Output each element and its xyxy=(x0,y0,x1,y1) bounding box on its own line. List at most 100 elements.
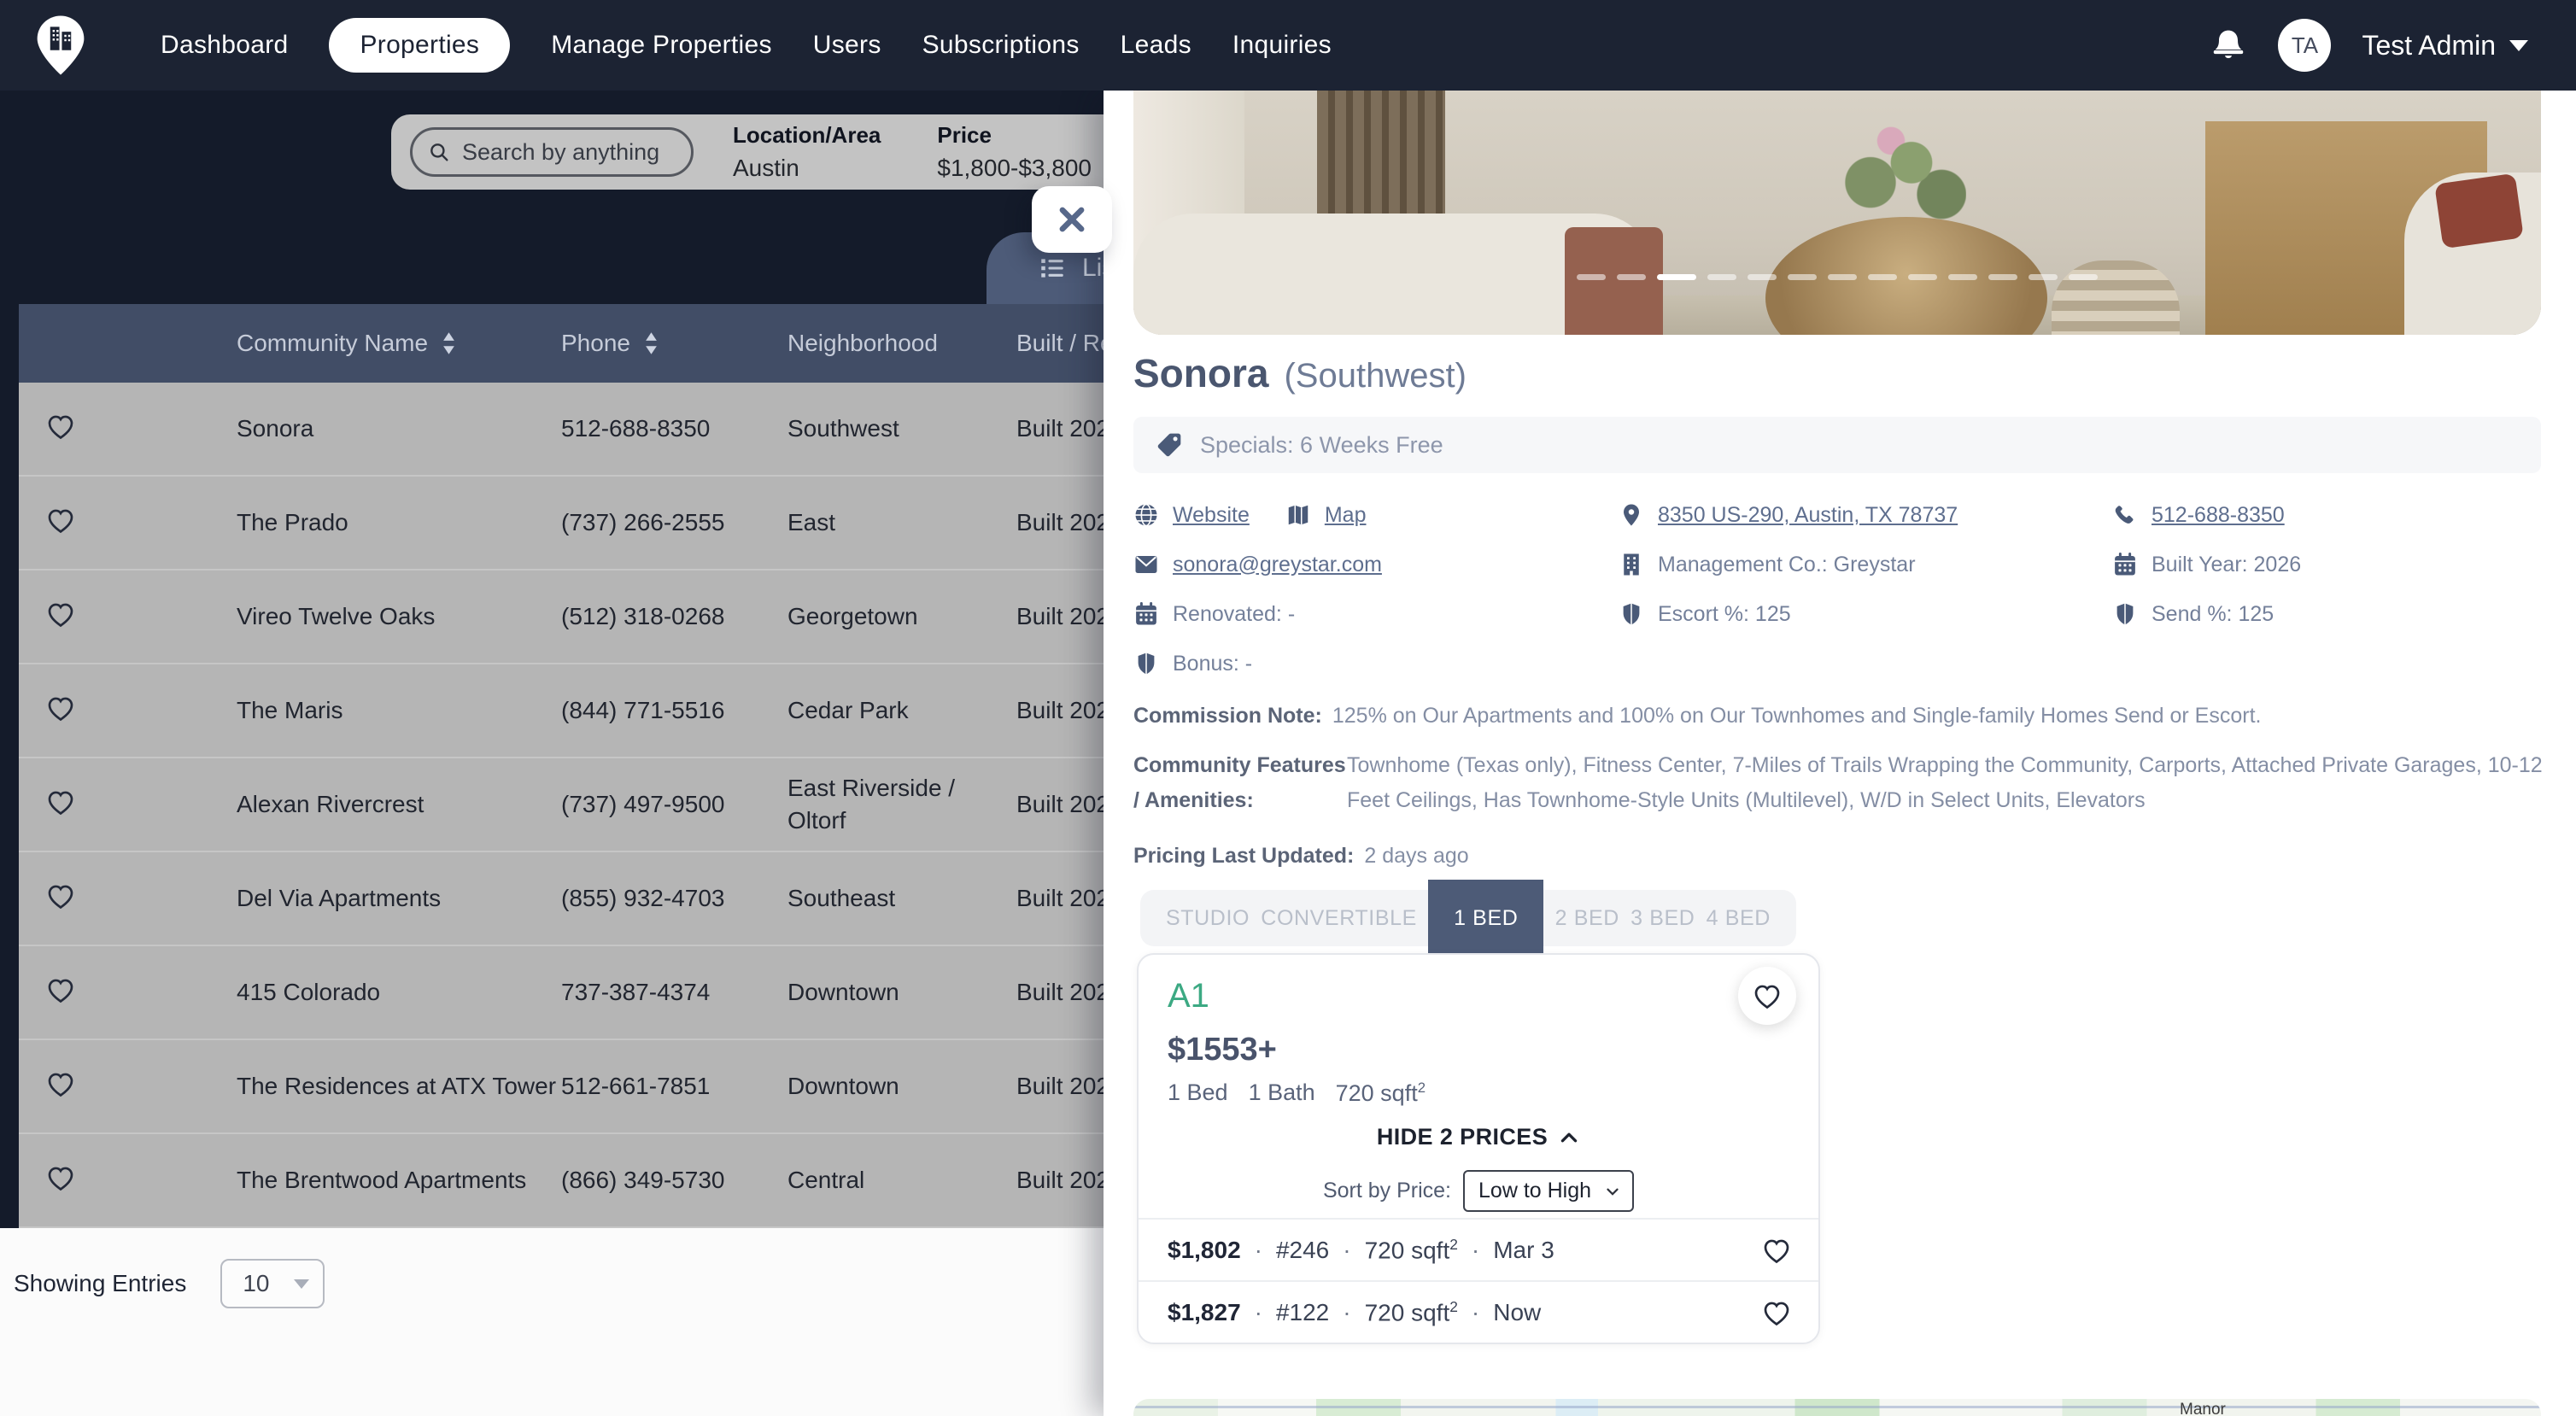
heart-icon[interactable] xyxy=(44,786,77,818)
heart-icon[interactable] xyxy=(44,1068,77,1100)
list-icon xyxy=(1038,254,1067,283)
heart-icon[interactable] xyxy=(44,974,77,1006)
nav-item-subscriptions[interactable]: Subscriptions xyxy=(922,31,1080,60)
heart-icon[interactable] xyxy=(44,880,77,912)
phone-link[interactable]: 512-688-8350 xyxy=(2152,503,2285,528)
nav-item-properties[interactable]: Properties xyxy=(329,18,510,73)
sort-icon[interactable] xyxy=(644,331,659,355)
carousel-dash[interactable] xyxy=(1788,274,1817,280)
management-co-value: Management Co.: Greystar xyxy=(1658,553,1916,577)
building-icon xyxy=(1619,552,1644,577)
tab-2-bed[interactable]: 2 BED xyxy=(1555,906,1619,931)
search-box[interactable] xyxy=(410,127,694,177)
carousel-dash[interactable] xyxy=(1828,274,1857,280)
map-icon xyxy=(1285,502,1311,528)
nav-item-manage-properties[interactable]: Manage Properties xyxy=(551,31,772,60)
carousel-dash[interactable] xyxy=(1617,274,1646,280)
carousel-dash[interactable] xyxy=(1908,274,1937,280)
search-input[interactable] xyxy=(460,138,669,167)
photo-carousel[interactable] xyxy=(1133,91,2541,335)
sort-icon[interactable] xyxy=(442,331,456,355)
phone-cell: (866) 349-5730 xyxy=(561,1167,787,1194)
table-row[interactable]: Del Via Apartments(855) 932-4703Southeas… xyxy=(19,852,1104,946)
carousel-dash[interactable] xyxy=(1748,274,1777,280)
sqft-text: 720 sqft xyxy=(1365,1299,1450,1325)
table-row[interactable]: The Residences at ATX Tower512-661-7851D… xyxy=(19,1040,1104,1134)
heart-icon[interactable] xyxy=(44,1161,77,1194)
chevron-down-icon xyxy=(294,1279,309,1289)
unit-price: $1,802 xyxy=(1168,1237,1241,1264)
phone-cell: 512-688-8350 xyxy=(561,415,787,442)
carousel-dash[interactable] xyxy=(1868,274,1897,280)
bonus-cell: Bonus: - xyxy=(1133,651,1619,676)
property-info-grid: Website Map 8350 US-290, Austin, TX 7873… xyxy=(1133,490,2556,688)
pricing-updated-value: 2 days ago xyxy=(1364,844,1468,868)
entries-per-page-select[interactable]: 10 xyxy=(220,1259,325,1308)
notification-bell-icon[interactable] xyxy=(2210,25,2247,66)
separator-dot: · xyxy=(1255,1299,1262,1326)
community-name-cell: The Maris xyxy=(237,697,561,724)
sort-by-price-row: Sort by Price: Low to High xyxy=(1139,1170,1818,1212)
brand-logo-icon[interactable] xyxy=(36,15,85,76)
separator-dot: · xyxy=(1343,1299,1350,1326)
tab-3-bed[interactable]: 3 BED xyxy=(1630,906,1695,931)
location-filter-value: Austin xyxy=(733,155,881,182)
carousel-dash[interactable] xyxy=(1577,274,1606,280)
price-filter[interactable]: Price $1,800-$3,800 xyxy=(937,122,1092,182)
property-subtitle: (Southwest) xyxy=(1284,357,1466,395)
table-row[interactable]: The Maris(844) 771-5516Cedar ParkBuilt 2… xyxy=(19,664,1104,758)
nav-item-dashboard[interactable]: Dashboard xyxy=(161,31,288,60)
nav-item-leads[interactable]: Leads xyxy=(1121,31,1191,60)
tab-convertible[interactable]: CONVERTIBLE xyxy=(1261,906,1417,931)
favorite-cell xyxy=(19,974,237,1012)
heart-icon xyxy=(1751,980,1783,1012)
heart-icon[interactable] xyxy=(44,410,77,442)
nav-item-users[interactable]: Users xyxy=(813,31,881,60)
location-filter[interactable]: Location/Area Austin xyxy=(733,122,881,182)
tab-studio[interactable]: STUDIO xyxy=(1166,906,1250,931)
phone-cell: (512) 318-0268 xyxy=(561,603,787,630)
close-panel-button[interactable] xyxy=(1032,186,1112,253)
carousel-dash[interactable] xyxy=(1707,274,1736,280)
chevron-up-icon xyxy=(1558,1126,1580,1149)
column-header-community-name[interactable]: Community Name xyxy=(237,330,561,357)
heart-icon[interactable] xyxy=(1760,1234,1793,1267)
table-row[interactable]: 415 Colorado737-387-4374DowntownBuilt 20… xyxy=(19,946,1104,1040)
tab-1-bed[interactable]: 1 BED xyxy=(1428,880,1543,957)
heart-icon[interactable] xyxy=(1760,1296,1793,1329)
floorplan-card: A1 $1553+ 1 Bed1 Bath720 sqft2 HIDE 2 PR… xyxy=(1137,953,1820,1344)
table-row[interactable]: The Prado(737) 266-2555EastBuilt 2025 xyxy=(19,477,1104,570)
send-cell: Send %: 125 xyxy=(2112,601,2556,627)
avatar[interactable]: TA xyxy=(2278,19,2331,72)
table-row[interactable]: Alexan Rivercrest(737) 497-9500East Rive… xyxy=(19,758,1104,852)
map-preview[interactable]: Manor xyxy=(1133,1399,2541,1416)
unit-sqft: 720 sqft2 xyxy=(1365,1298,1458,1326)
hide-prices-toggle[interactable]: HIDE 2 PRICES xyxy=(1139,1124,1818,1150)
nav-item-inquiries[interactable]: Inquiries xyxy=(1232,31,1332,60)
carousel-dash[interactable] xyxy=(1988,274,2017,280)
carousel-dash[interactable] xyxy=(2069,274,2098,280)
table-row[interactable]: The Brentwood Apartments(866) 349-5730Ce… xyxy=(19,1134,1104,1228)
address-link[interactable]: 8350 US-290, Austin, TX 78737 xyxy=(1658,503,1958,528)
tab-4-bed[interactable]: 4 BED xyxy=(1707,906,1771,931)
calendar-icon xyxy=(2112,552,2138,577)
email-link[interactable]: sonora@greystar.com xyxy=(1173,553,1382,577)
column-label: Community Name xyxy=(237,330,428,357)
location-filter-label: Location/Area xyxy=(733,122,881,149)
table-row[interactable]: Sonora512-688-8350SouthwestBuilt 2026 xyxy=(19,383,1104,477)
heart-icon[interactable] xyxy=(44,504,77,536)
carousel-dash[interactable] xyxy=(2029,274,2058,280)
map-link[interactable]: Map xyxy=(1325,503,1367,528)
table-row[interactable]: Vireo Twelve Oaks(512) 318-0268Georgetow… xyxy=(19,570,1104,664)
column-header-phone[interactable]: Phone xyxy=(561,330,787,357)
carousel-dash[interactable] xyxy=(1948,274,1977,280)
heart-icon[interactable] xyxy=(44,692,77,724)
user-menu[interactable]: Test Admin xyxy=(2362,30,2528,61)
community-name-cell: 415 Colorado xyxy=(237,979,561,1006)
carousel-dash[interactable] xyxy=(1657,274,1696,280)
website-link[interactable]: Website xyxy=(1173,503,1250,528)
favorite-floorplan-button[interactable] xyxy=(1738,967,1796,1025)
heart-icon[interactable] xyxy=(44,598,77,630)
sort-price-select[interactable]: Low to High xyxy=(1463,1170,1634,1212)
table-header: Community Name Phone Neighborhood Built … xyxy=(19,304,1104,383)
